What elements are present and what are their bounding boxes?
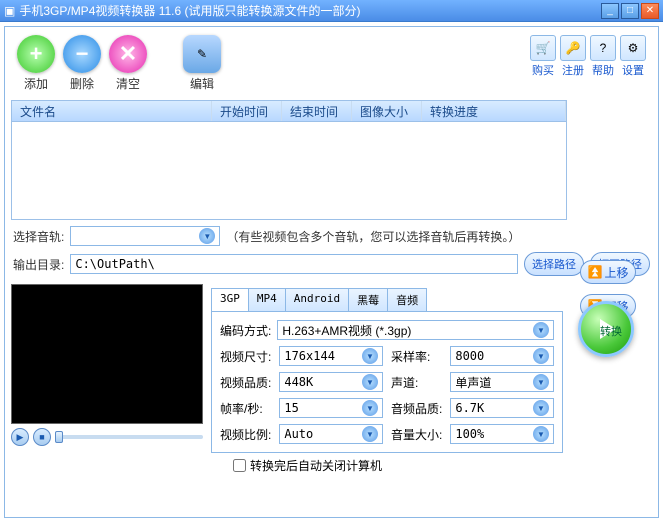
audio-track-label: 选择音轨:: [13, 228, 64, 245]
remove-button[interactable]: −删除: [63, 35, 101, 92]
double-chevron-up-icon: ⏫: [588, 265, 603, 279]
play-triangle-icon: [600, 319, 616, 339]
chevron-down-icon: ▼: [199, 228, 215, 244]
buy-button[interactable]: 🛒购买: [530, 35, 556, 78]
tab-blackberry[interactable]: 黑莓: [348, 288, 388, 311]
choose-path-button[interactable]: 选择路径: [524, 252, 584, 276]
seek-slider[interactable]: [55, 435, 203, 439]
play-button[interactable]: ▶: [11, 428, 29, 446]
edit-button[interactable]: ✎编辑: [183, 35, 221, 92]
clear-button[interactable]: ✕清空: [109, 35, 147, 92]
x-icon: ✕: [109, 35, 147, 73]
question-icon: ?: [590, 35, 616, 61]
window-title: 手机3GP/MP4视频转换器 11.6 (试用版只能转换源文件的一部分): [19, 2, 601, 19]
key-icon: 🔑: [560, 35, 586, 61]
col-end[interactable]: 结束时间: [282, 101, 352, 121]
videoquality-select[interactable]: 448K▼: [279, 372, 383, 392]
titlebar: ▣ 手机3GP/MP4视频转换器 11.6 (试用版只能转换源文件的一部分) _…: [0, 0, 663, 22]
file-list[interactable]: [11, 122, 567, 220]
aspect-select[interactable]: Auto▼: [279, 424, 383, 444]
add-button[interactable]: +添加: [17, 35, 55, 92]
audio-hint: （有些视频包含多个音轨，您可以选择音轨后再转换。）: [226, 228, 520, 245]
channel-select[interactable]: 单声道▼: [450, 372, 554, 392]
video-preview: [11, 284, 203, 424]
tab-3gp[interactable]: 3GP: [211, 288, 249, 311]
audioquality-select[interactable]: 6.7K▼: [450, 398, 554, 418]
encoding-settings: 编码方式:H.263+AMR视频 (*.3gp)▼ 视频尺寸:176x144▼ …: [211, 312, 563, 453]
col-filename[interactable]: 文件名: [12, 101, 212, 121]
cart-icon: 🛒: [530, 35, 556, 61]
tab-mp4[interactable]: MP4: [248, 288, 286, 311]
edit-icon: ✎: [183, 35, 221, 73]
stop-button[interactable]: ■: [33, 428, 51, 446]
help-button[interactable]: ?帮助: [590, 35, 616, 78]
shutdown-label: 转换完后自动关闭计算机: [250, 457, 382, 474]
col-imgsize[interactable]: 图像大小: [352, 101, 422, 121]
format-tabs: 3GP MP4 Android 黑莓 音频: [211, 288, 563, 312]
maximize-button[interactable]: □: [621, 3, 639, 19]
volume-select[interactable]: 100%▼: [450, 424, 554, 444]
shutdown-checkbox[interactable]: [233, 459, 246, 472]
move-up-button[interactable]: ⏫上移: [580, 260, 636, 284]
col-start[interactable]: 开始时间: [212, 101, 282, 121]
app-icon: ▣: [4, 4, 15, 18]
register-button[interactable]: 🔑注册: [560, 35, 586, 78]
tab-audio[interactable]: 音频: [387, 288, 427, 311]
samplerate-select[interactable]: 8000▼: [450, 346, 554, 366]
tab-android[interactable]: Android: [285, 288, 349, 311]
close-button[interactable]: ✕: [641, 3, 659, 19]
encoding-select[interactable]: H.263+AMR视频 (*.3gp)▼: [277, 320, 554, 340]
file-list-header: 文件名 开始时间 结束时间 图像大小 转换进度: [11, 100, 567, 122]
minus-icon: −: [63, 35, 101, 73]
fps-select[interactable]: 15▼: [279, 398, 383, 418]
audio-track-select[interactable]: ▼: [70, 226, 220, 246]
plus-icon: +: [17, 35, 55, 73]
output-dir-input[interactable]: [70, 254, 518, 274]
col-progress[interactable]: 转换进度: [422, 101, 566, 121]
minimize-button[interactable]: _: [601, 3, 619, 19]
output-dir-label: 输出目录:: [13, 256, 64, 273]
videosize-select[interactable]: 176x144▼: [279, 346, 383, 366]
convert-button[interactable]: [578, 301, 634, 357]
sliders-icon: ⚙: [620, 35, 646, 61]
settings-button[interactable]: ⚙设置: [620, 35, 646, 78]
